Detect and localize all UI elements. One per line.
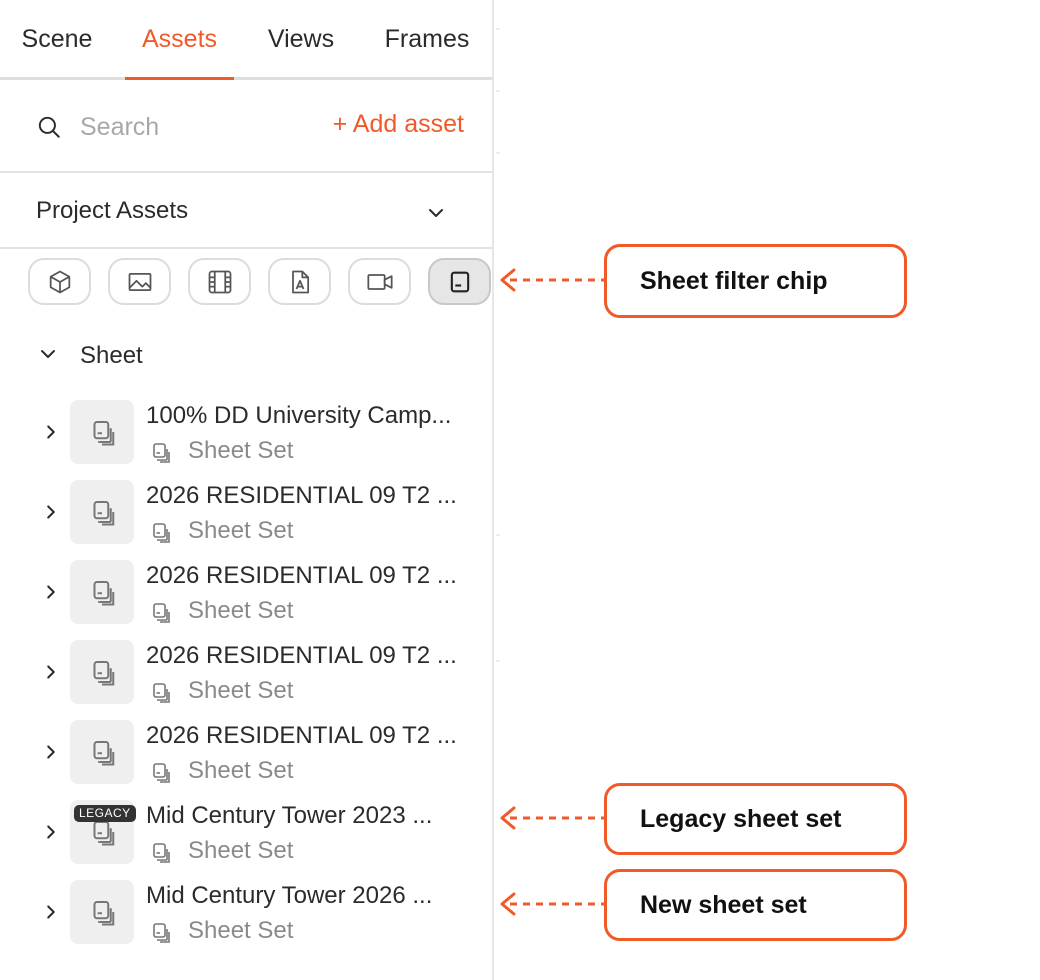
sheet-icon [450,271,469,292]
asset-title: 2026 RESIDENTIAL 09 T2 ... [146,482,457,509]
sheet-set-icon [93,581,115,606]
sheet-set-icon [93,661,115,686]
chevron-right-icon[interactable] [40,740,62,764]
filter-chip-model[interactable] [28,258,91,305]
chevron-right-icon[interactable] [40,900,62,924]
list-item[interactable]: LEGACY Mid Century Tower 2023 ... Sheet Se… [0,800,492,880]
chevron-right-icon[interactable] [40,420,62,444]
search-input[interactable] [80,106,300,148]
asset-thumbnail [70,560,134,624]
sheet-set-icon [93,421,115,446]
chevron-right-icon[interactable] [40,580,62,604]
sheet-set-icon [93,741,115,766]
filter-chip-sheet[interactable] [428,258,491,305]
sheet-group-header[interactable]: Sheet [36,332,336,376]
sheet-set-icon [153,923,170,943]
callout-legacy-sheet-set: Legacy sheet set [604,783,907,855]
panel-edge-tick [496,660,500,662]
chevron-down-icon [41,350,55,358]
asset-title: Mid Century Tower 2026 ... [146,882,433,909]
sheet-set-icon [93,501,115,526]
chevron-right-icon[interactable] [40,660,62,684]
tab-bar: Scene Assets Views Frames [0,0,492,80]
list-item[interactable]: 2026 RESIDENTIAL 09 T2 ... Sheet Set [0,560,492,640]
panel-edge-tick [496,28,500,30]
chevron-down-icon [429,209,443,217]
sheet-group-label: Sheet [80,342,143,369]
asset-thumbnail [70,400,134,464]
sheet-set-icon [93,901,115,926]
sheet-set-icon [153,683,170,703]
asset-thumbnail [70,480,134,544]
sheet-set-icon [153,603,170,623]
asset-type-label: Sheet Set [188,597,294,624]
search-row: + Add asset [0,80,492,173]
asset-type-label: Sheet Set [188,757,294,784]
panel-edge-tick [496,152,500,154]
list-item[interactable]: 2026 RESIDENTIAL 09 T2 ... Sheet Set [0,640,492,720]
asset-type-label: Sheet Set [188,837,294,864]
asset-title: 2026 RESIDENTIAL 09 T2 ... [146,562,457,589]
asset-thumbnail [70,720,134,784]
sheet-set-icon [153,843,170,863]
callout-arrow-legacy [500,806,604,830]
sheet-set-icon [153,443,170,463]
chevron-right-icon[interactable] [40,500,62,524]
tab-frames[interactable]: Frames [384,0,470,80]
callout-arrow-sheet-filter [500,268,604,292]
cube-icon [49,270,70,293]
asset-type-label: Sheet Set [188,917,294,944]
asset-thumbnail [70,880,134,944]
page: Scene Assets Views Frames + Add asset Pr… [0,0,1040,980]
image-icon [128,272,151,291]
film-icon [208,270,231,293]
assets-panel: Scene Assets Views Frames + Add asset Pr… [0,0,494,980]
asset-type-label: Sheet Set [188,677,294,704]
filter-chip-pdf[interactable] [268,258,331,305]
tab-scene[interactable]: Scene [20,0,94,80]
filter-chips [28,258,498,306]
callout-arrow-new [500,892,604,916]
asset-list: 100% DD University Camp... Sheet Set 2026 … [0,400,492,960]
asset-title: 100% DD University Camp... [146,402,452,429]
panel-edge-tick [496,90,500,92]
asset-type-label: Sheet Set [188,437,294,464]
filter-chip-image[interactable] [108,258,171,305]
tab-assets[interactable]: Assets [125,0,234,80]
asset-title: 2026 RESIDENTIAL 09 T2 ... [146,642,457,669]
search-icon [38,116,60,138]
callout-sheet-filter: Sheet filter chip [604,244,907,318]
sheet-set-icon [153,763,170,783]
list-item[interactable]: 2026 RESIDENTIAL 09 T2 ... Sheet Set [0,720,492,800]
filter-chip-camera[interactable] [348,258,411,305]
tab-views[interactable]: Views [266,0,336,80]
list-item[interactable]: 100% DD University Camp... Sheet Set [0,400,492,480]
project-selector[interactable]: Project Assets [0,173,492,249]
callout-new-sheet-set: New sheet set [604,869,907,941]
filter-chip-video[interactable] [188,258,251,305]
asset-type-label: Sheet Set [188,517,294,544]
project-selector-label: Project Assets [36,197,189,224]
add-asset-button[interactable]: + Add asset [333,110,464,139]
sheet-set-icon [153,523,170,543]
video-camera-icon [366,273,393,290]
pdf-icon [291,270,309,293]
asset-title: 2026 RESIDENTIAL 09 T2 ... [146,722,457,749]
legacy-badge: LEGACY [74,805,136,822]
chevron-right-icon[interactable] [40,820,62,844]
asset-title: Mid Century Tower 2023 ... [146,802,433,829]
list-item[interactable]: Mid Century Tower 2026 ... Sheet Set [0,880,492,960]
asset-thumbnail [70,640,134,704]
list-item[interactable]: 2026 RESIDENTIAL 09 T2 ... Sheet Set [0,480,492,560]
panel-edge-tick [496,534,500,536]
